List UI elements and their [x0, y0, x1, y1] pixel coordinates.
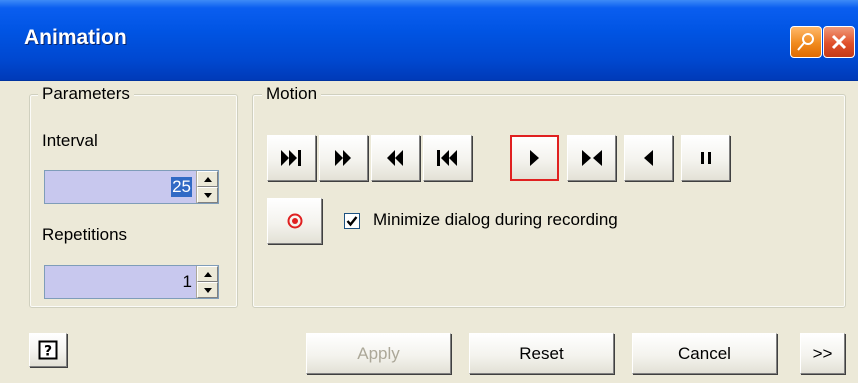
fast-forward-button[interactable] — [319, 135, 368, 181]
arrow-up-icon — [203, 176, 212, 182]
arrow-down-icon — [203, 287, 212, 293]
title-bar[interactable]: Animation — [0, 0, 858, 81]
interval-input[interactable]: 25 — [45, 171, 196, 203]
play-button[interactable] — [510, 135, 559, 181]
interval-value: 25 — [171, 177, 192, 197]
bidirectional-icon — [581, 150, 602, 166]
motion-legend: Motion — [262, 84, 322, 104]
repetitions-down-button[interactable] — [197, 282, 218, 298]
minimize-checkbox[interactable] — [344, 213, 360, 229]
close-button[interactable] — [823, 26, 855, 58]
skip-to-start-button[interactable] — [423, 135, 472, 181]
interval-label: Interval — [42, 131, 98, 150]
play-reverse-button[interactable] — [624, 135, 673, 181]
help-button[interactable]: ? — [29, 333, 67, 367]
window-title: Animation — [24, 26, 127, 49]
skip-to-end-button[interactable] — [267, 135, 316, 181]
pause-icon — [700, 152, 711, 164]
repetitions-stepper[interactable]: 1 — [44, 265, 219, 299]
interval-stepper[interactable]: 25 — [44, 170, 219, 204]
cancel-button[interactable]: Cancel — [632, 333, 777, 374]
pin-icon — [797, 33, 814, 51]
fast-forward-icon — [334, 150, 351, 166]
record-button[interactable] — [267, 198, 322, 244]
interval-up-button[interactable] — [197, 171, 218, 187]
arrow-down-icon — [203, 192, 212, 198]
parameters-group: Parameters Interval 25 Repetitions 1 — [29, 84, 238, 308]
rewind-icon — [386, 150, 403, 166]
skip-to-start-icon — [436, 150, 457, 166]
reverse-icon — [643, 150, 653, 166]
close-icon — [831, 34, 847, 50]
repetitions-input[interactable]: 1 — [45, 266, 196, 298]
more-options-button[interactable]: >> — [800, 333, 845, 374]
interval-down-button[interactable] — [197, 187, 218, 203]
rewind-button[interactable] — [371, 135, 420, 181]
record-icon — [287, 213, 302, 229]
repetitions-label: Repetitions — [42, 225, 128, 244]
svg-text:?: ? — [44, 344, 52, 360]
apply-button[interactable]: Apply — [306, 333, 451, 374]
pause-button[interactable] — [681, 135, 730, 181]
play-icon — [529, 150, 539, 166]
play-both-directions-button[interactable] — [567, 135, 616, 181]
pin-button[interactable] — [790, 26, 822, 58]
checkmark-icon — [346, 216, 358, 227]
arrow-up-icon — [203, 271, 212, 277]
help-icon: ? — [38, 340, 58, 360]
skip-to-end-icon — [280, 150, 301, 166]
dialog-body: Parameters Interval 25 Repetitions 1 Mot… — [0, 80, 858, 383]
minimize-label[interactable]: Minimize dialog during recording — [373, 210, 618, 230]
repetitions-up-button[interactable] — [197, 266, 218, 282]
motion-group: Motion Minimize dialog during recording — [252, 84, 846, 308]
repetitions-value: 1 — [182, 272, 192, 291]
reset-button[interactable]: Reset — [469, 333, 614, 374]
parameters-legend: Parameters — [38, 84, 134, 104]
